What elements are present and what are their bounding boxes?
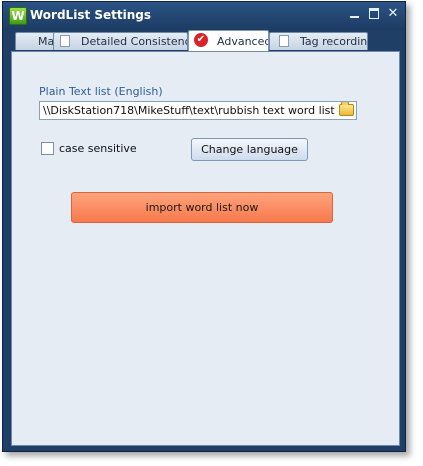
change-language-button[interactable]: Change language — [191, 138, 308, 161]
tab-strip: Mair Detailed Consistency ✔ Advanced Tag… — [7, 30, 400, 51]
maximize-button[interactable] — [365, 6, 383, 22]
settings-window: W WordList Settings ✕ Mair Detailed Cons… — [2, 1, 406, 452]
case-sensitive-label[interactable]: case sensitive — [59, 142, 137, 155]
case-sensitive-checkbox[interactable] — [41, 142, 54, 155]
advanced-panel: Plain Text list (English) case sensitive… — [11, 51, 400, 446]
check-circle-icon: ✔ — [194, 33, 208, 47]
close-button[interactable]: ✕ — [384, 6, 402, 22]
word-list-path-input[interactable] — [40, 102, 336, 119]
app-icon: W — [9, 7, 27, 25]
tab-detailed-consistency-label: Detailed Consistency — [81, 35, 188, 48]
page-icon — [279, 35, 289, 47]
minimize-button[interactable] — [345, 6, 363, 22]
tab-advanced-label: Advanced — [217, 35, 269, 48]
maximize-icon — [369, 8, 379, 19]
window-title: WordList Settings — [30, 8, 152, 22]
tab-tag-recording-label: Tag recording — [300, 35, 368, 48]
tab-main[interactable]: Mair — [15, 32, 57, 50]
word-list-path-field[interactable] — [39, 101, 357, 120]
minimize-icon — [349, 15, 359, 18]
close-icon: ✕ — [387, 6, 399, 21]
tab-detailed-consistency[interactable]: Detailed Consistency — [53, 32, 188, 50]
tab-tag-recording[interactable]: Tag recording — [269, 32, 368, 50]
title-bar[interactable]: W WordList Settings ✕ — [3, 2, 405, 30]
folder-icon[interactable] — [339, 102, 354, 116]
import-word-list-button[interactable]: import word list now — [71, 192, 333, 223]
tab-advanced[interactable]: ✔ Advanced — [188, 30, 269, 51]
word-list-label: Plain Text list (English) — [39, 85, 163, 98]
page-icon — [60, 35, 70, 47]
